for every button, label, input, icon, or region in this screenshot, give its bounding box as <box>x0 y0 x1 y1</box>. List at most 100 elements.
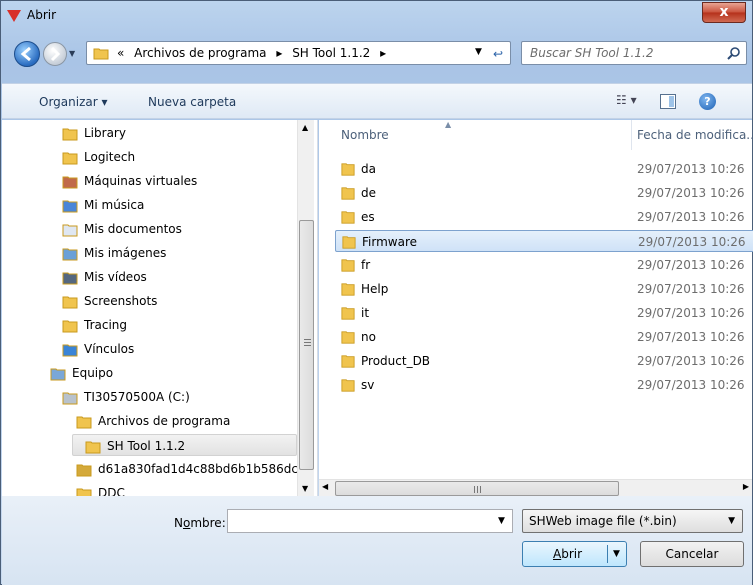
tree-item[interactable]: SH Tool 1.1.2 <box>72 434 297 456</box>
file-row[interactable]: de 29/07/2013 10:26 <box>335 182 753 204</box>
file-row[interactable]: da 29/07/2013 10:26 <box>335 158 753 180</box>
folder-icon <box>341 283 355 296</box>
search-box[interactable]: Buscar SH Tool 1.1.2 <box>521 41 747 65</box>
cancel-button[interactable]: Cancelar <box>640 541 744 567</box>
documents-folder-icon <box>62 224 78 236</box>
breadcrumb-item-archivos[interactable]: Archivos de programa <box>134 46 266 60</box>
tree-item-label: Vínculos <box>84 342 135 356</box>
file-name: Product_DB <box>361 354 431 368</box>
tree-item[interactable]: Mi música <box>62 194 144 216</box>
scrollbar-thumb[interactable] <box>335 481 619 496</box>
tree-item[interactable]: Library <box>62 122 126 144</box>
breadcrumb-separator[interactable]: ▸ <box>276 46 282 60</box>
scroll-right-arrow-icon[interactable]: ▶ <box>743 482 749 491</box>
tree-item[interactable]: Máquinas virtuales <box>62 170 197 192</box>
folder-icon <box>341 331 355 344</box>
chevron-down-icon: ▼ <box>728 516 735 526</box>
file-name: fr <box>361 258 371 272</box>
tree-item[interactable]: Screenshots <box>62 290 157 312</box>
open-button[interactable]: Abrir ▼ <box>522 541 627 567</box>
file-row[interactable]: es 29/07/2013 10:26 <box>335 206 753 228</box>
file-row[interactable]: no 29/07/2013 10:26 <box>335 326 753 348</box>
tree-item[interactable]: TI30570500A (C:) <box>62 386 190 408</box>
open-options-arrow-icon[interactable]: ▼ <box>613 542 620 566</box>
tree-item[interactable]: d61a830fad1d4c88bd6b1b586dcc <box>76 458 305 480</box>
music-folder-icon <box>62 200 78 212</box>
tree-item-label: Mis documentos <box>84 222 182 236</box>
folder-icon <box>341 187 355 200</box>
views-button[interactable]: ☷ ▾ <box>616 93 637 107</box>
title-bar[interactable]: Abrir x <box>1 1 752 31</box>
forward-button[interactable] <box>43 42 67 66</box>
filename-input[interactable] <box>227 509 513 533</box>
new-folder-button[interactable]: Nueva carpeta <box>148 95 236 109</box>
file-row[interactable]: Firmware 29/07/2013 10:26 <box>335 230 753 252</box>
folder-icon <box>76 488 92 496</box>
tree-item-label: Archivos de programa <box>98 414 231 428</box>
file-name: es <box>361 210 375 224</box>
navigation-scrollbar[interactable]: ▲ ▼ <box>297 120 314 496</box>
tree-item[interactable]: Mis imágenes <box>62 242 166 264</box>
breadcrumb-separator[interactable]: ▸ <box>380 46 386 60</box>
column-divider[interactable] <box>631 120 632 150</box>
file-date: 29/07/2013 10:26 <box>637 258 745 272</box>
window-title: Abrir <box>27 8 57 22</box>
navigation-pane[interactable]: Library Logitech Máquinas virtuales Mi músi… <box>2 120 318 496</box>
column-header-name[interactable]: Nombre <box>341 120 389 150</box>
tree-item-label: SH Tool 1.1.2 <box>107 439 186 453</box>
filename-dropdown-button[interactable]: ▼ <box>498 516 505 526</box>
folder-icon <box>62 296 78 308</box>
file-row[interactable]: Product_DB 29/07/2013 10:26 <box>335 350 753 372</box>
address-dropdown-button[interactable]: ▼ <box>475 47 482 57</box>
tree-item-label: TI30570500A (C:) <box>84 390 190 404</box>
refresh-button[interactable]: ↩ <box>493 47 503 61</box>
scroll-down-arrow-icon[interactable]: ▼ <box>302 484 308 493</box>
help-icon[interactable]: ? <box>699 93 716 110</box>
tree-item-label: Tracing <box>84 318 128 332</box>
file-name: no <box>361 330 376 344</box>
tree-item[interactable]: Logitech <box>62 146 135 168</box>
breadcrumb-overflow[interactable]: « <box>117 46 124 60</box>
file-row[interactable]: sv 29/07/2013 10:26 <box>335 374 753 396</box>
scroll-left-arrow-icon[interactable]: ◀ <box>322 482 328 491</box>
tree-item-label: d61a830fad1d4c88bd6b1b586dcc <box>98 462 305 476</box>
tree-item-label: Logitech <box>84 150 136 164</box>
file-date: 29/07/2013 10:26 <box>637 378 745 392</box>
file-list-scrollbar[interactable]: ◀ ▶ <box>319 479 752 496</box>
close-button[interactable]: x <box>702 2 746 23</box>
folder-icon <box>85 441 101 453</box>
search-input[interactable]: Buscar SH Tool 1.1.2 <box>530 46 653 60</box>
folder-icon <box>342 236 356 249</box>
file-type-select[interactable]: SHWeb image file (*.bin) ▼ <box>522 509 743 533</box>
tree-item[interactable]: Archivos de programa <box>76 410 230 432</box>
file-row[interactable]: Help 29/07/2013 10:26 <box>335 278 753 300</box>
file-row[interactable]: it 29/07/2013 10:26 <box>335 302 753 324</box>
scrollbar-thumb[interactable] <box>299 220 314 470</box>
organize-button[interactable]: Organizar ▾ <box>39 95 108 109</box>
folder-icon <box>341 211 355 224</box>
column-header-date[interactable]: Fecha de modifica... <box>637 120 753 150</box>
back-button[interactable] <box>14 41 40 67</box>
scroll-up-arrow-icon[interactable]: ▲ <box>302 123 308 132</box>
file-type-value: SHWeb image file (*.bin) <box>529 514 677 528</box>
recent-locations-button[interactable]: ▼ <box>69 49 75 58</box>
tree-item[interactable]: Tracing <box>62 314 127 336</box>
tree-item-label: Mis imágenes <box>84 246 167 260</box>
pictures-folder-icon <box>62 248 78 260</box>
tree-item[interactable]: DDC <box>76 482 125 496</box>
address-bar[interactable]: « Archivos de programa ▸ SH Tool 1.1.2 ▸… <box>86 41 511 65</box>
tree-item[interactable]: Equipo <box>50 362 113 384</box>
tree-item[interactable]: Vínculos <box>62 338 134 360</box>
tree-item[interactable]: Mis vídeos <box>62 266 147 288</box>
folder-icon <box>62 320 78 332</box>
folder-icon <box>341 307 355 320</box>
search-icon[interactable] <box>727 46 741 60</box>
folder-icon <box>62 128 78 140</box>
tree-item[interactable]: Mis documentos <box>62 218 182 240</box>
breadcrumb-item-shtool[interactable]: SH Tool 1.1.2 <box>292 46 370 60</box>
folder-icon <box>341 163 355 176</box>
preview-pane-button[interactable] <box>660 94 676 109</box>
file-date: 29/07/2013 10:26 <box>637 210 745 224</box>
file-date: 29/07/2013 10:26 <box>637 354 745 368</box>
file-row[interactable]: fr 29/07/2013 10:26 <box>335 254 753 276</box>
